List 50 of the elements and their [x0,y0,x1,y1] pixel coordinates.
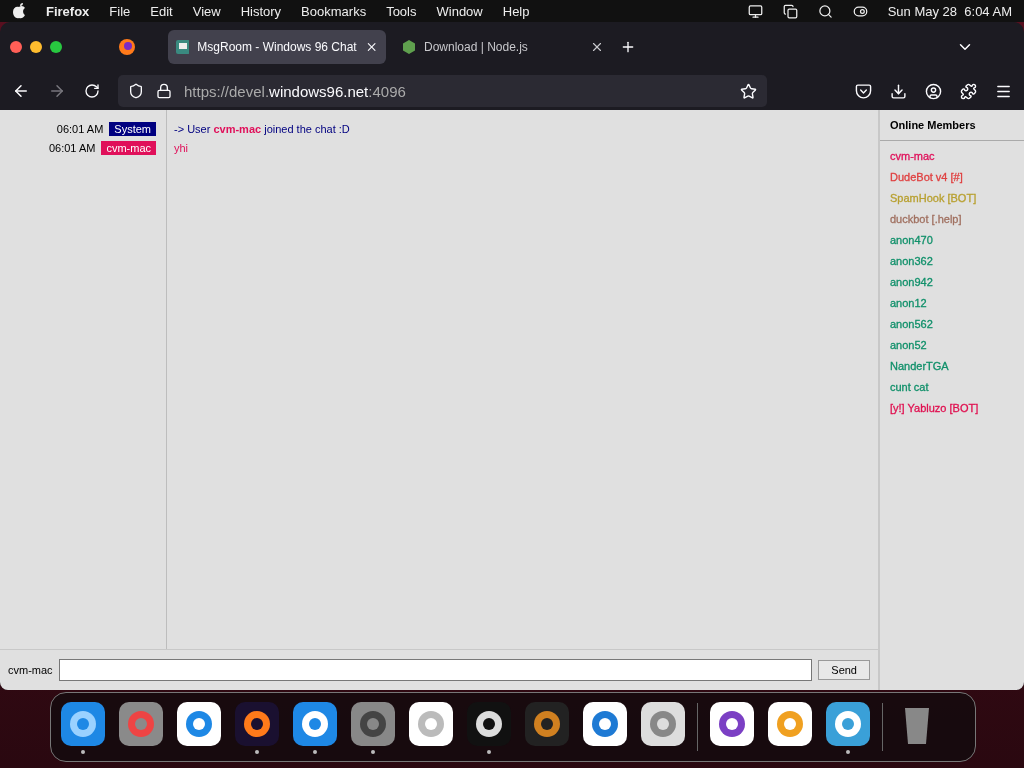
menu-item[interactable]: Edit [150,3,173,19]
menu-item[interactable]: File [109,3,131,19]
zoom-button[interactable] [50,41,62,53]
url-text: https://devel.windows96.net:4096 [184,82,407,100]
bookmark-star-icon[interactable] [740,82,757,100]
account-icon[interactable] [925,82,942,100]
menu-item[interactable]: Help [502,3,530,19]
address-bar[interactable]: https://devel.windows96.net:4096 [118,75,767,107]
send-button[interactable]: Send [818,660,870,680]
message-time: 06:01 AM [48,142,96,154]
member-name[interactable]: [y!] Yabluzo [BOT] [880,397,1024,418]
message-input[interactable] [58,659,813,681]
menu-item[interactable]: Bookmarks [301,3,367,19]
members-title: Online Members [880,110,1024,141]
nickname-label: cvm-mac [8,664,53,676]
message-time: 06:01 AM [56,123,104,135]
close-tab-icon[interactable] [590,40,604,54]
hexagon-favicon-icon [402,40,416,54]
menu-item[interactable]: View [192,3,221,19]
app-menu[interactable]: Firefox [46,3,90,19]
user-badge: System [109,122,156,136]
member-name[interactable]: cvm-mac [880,145,1024,166]
apple-icon[interactable] [12,3,26,19]
toggle-icon[interactable] [852,3,868,19]
chat-favicon-icon [176,40,190,54]
message-text: -> User cvm-mac joined the chat :D [173,122,351,136]
close-window-button[interactable] [10,41,22,53]
extensions-icon[interactable] [960,82,977,100]
member-name[interactable]: cunt cat [880,376,1024,397]
reload-icon[interactable] [84,83,100,99]
menu-item[interactable]: Window [436,3,483,19]
browser-tab[interactable]: MsgRoom - Windows 96 Chat [168,30,386,64]
menu-clock[interactable]: Sun May 28 6:04 AM [887,3,1012,19]
member-name[interactable]: duckbot [.help] [880,208,1024,229]
forward-icon[interactable] [48,82,66,100]
browser-tab[interactable]: Download | Node.js [394,30,612,64]
minimize-button[interactable] [30,41,42,53]
message-text: yhi [173,141,190,155]
shield-icon [128,83,144,99]
menu-item[interactable]: Tools [386,3,417,19]
download-icon[interactable] [890,82,907,100]
pocket-icon[interactable] [855,82,872,100]
new-tab-icon[interactable] [620,39,636,55]
display-icon[interactable] [747,3,763,19]
windows-icon[interactable] [782,3,798,19]
user-badge: cvm-mac [101,141,156,155]
search-icon[interactable] [817,3,833,19]
lock-icon [156,83,172,99]
back-icon[interactable] [12,82,30,100]
menu-item[interactable]: History [240,3,282,19]
